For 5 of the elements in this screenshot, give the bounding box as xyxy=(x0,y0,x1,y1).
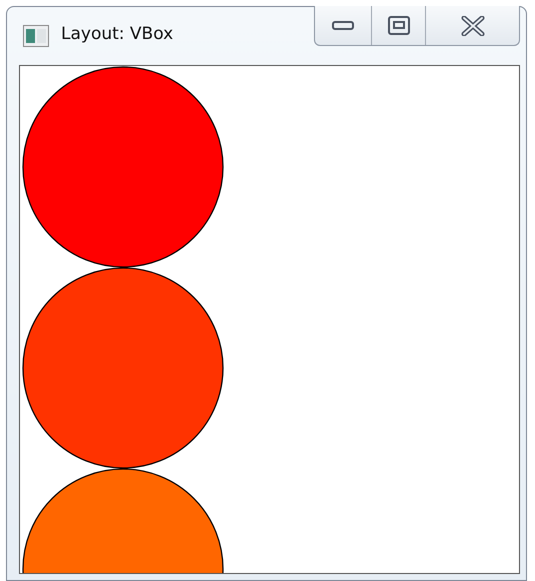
app-icon xyxy=(23,25,49,47)
minimize-icon xyxy=(332,20,354,30)
close-icon xyxy=(460,16,484,36)
window-title: Layout: VBox xyxy=(61,24,174,44)
maximize-icon xyxy=(388,16,410,36)
